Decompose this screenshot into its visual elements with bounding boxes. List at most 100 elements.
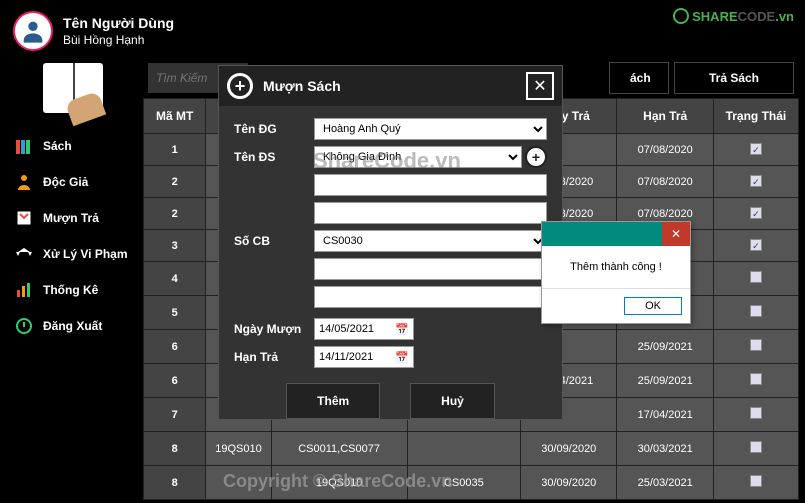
- status-cell: [713, 330, 798, 364]
- socb-label: Số CB: [234, 234, 314, 248]
- ngaymuon-input[interactable]: 14/05/2021📅: [314, 318, 414, 340]
- table-cell: 17/04/2021: [617, 398, 713, 432]
- checkbox-icon[interactable]: [750, 373, 762, 385]
- alert-header: ✕: [542, 222, 690, 246]
- alert-close-button[interactable]: ✕: [662, 222, 690, 246]
- socb-select[interactable]: CS0030: [314, 230, 547, 252]
- col-mamt: Mã MT: [144, 99, 206, 134]
- table-cell: 25/09/2021: [617, 330, 713, 364]
- justice-icon: [13, 243, 35, 265]
- checkbox-icon[interactable]: ✓: [750, 143, 762, 155]
- table-cell: 07/08/2020: [617, 134, 713, 166]
- sidebar-item-thongke[interactable]: Thống Kê: [8, 272, 138, 308]
- extra-input-4[interactable]: [314, 286, 547, 308]
- status-cell: [713, 262, 798, 296]
- checkbox-icon[interactable]: [750, 475, 762, 487]
- alert-ok-button[interactable]: OK: [624, 297, 682, 315]
- calendar-icon: 📅: [395, 323, 409, 336]
- checkbox-icon[interactable]: [750, 339, 762, 351]
- open-book-icon: [43, 63, 103, 113]
- sidebar: Sách Độc Giả Mượn Trả Xử Lý Vi Phạm Thốn…: [3, 58, 143, 500]
- tendg-select[interactable]: Hoàng Anh Quý: [314, 118, 547, 140]
- sidebar-item-vipham[interactable]: Xử Lý Vi Phạm: [8, 236, 138, 272]
- sidebar-label: Xử Lý Vi Phạm: [43, 247, 128, 261]
- them-button[interactable]: Thêm: [286, 383, 380, 419]
- table-cell: 25/03/2021: [617, 466, 713, 500]
- reader-icon: [13, 171, 35, 193]
- status-cell: ✓: [713, 198, 798, 230]
- status-cell: ✓: [713, 230, 798, 262]
- table-cell: 4: [144, 262, 206, 296]
- tends-select[interactable]: Không Gia Đình: [314, 146, 522, 168]
- table-cell: 25/09/2021: [617, 364, 713, 398]
- checkbox-icon[interactable]: [750, 407, 762, 419]
- checkbox-icon[interactable]: ✓: [750, 239, 762, 251]
- borrow-icon: [13, 207, 35, 229]
- sidebar-item-muontra[interactable]: Mượn Trả: [8, 200, 138, 236]
- checkbox-icon[interactable]: [750, 305, 762, 317]
- col-hantra: Hạn Trả: [617, 99, 713, 134]
- table-cell: 2: [144, 198, 206, 230]
- table-cell: 6: [144, 364, 206, 398]
- checkbox-icon[interactable]: [750, 271, 762, 283]
- table-cell: 07/08/2020: [617, 166, 713, 198]
- huy-button[interactable]: Huỷ: [410, 383, 495, 419]
- status-cell: ✓: [713, 166, 798, 198]
- add-ds-button[interactable]: +: [525, 146, 547, 168]
- table-row[interactable]: 819QS010CS0011,CS0077 30/09/202030/03/202…: [144, 432, 799, 466]
- sidebar-item-sach[interactable]: Sách: [8, 128, 138, 164]
- tends-label: Tên ĐS: [234, 150, 314, 164]
- tab-trasach[interactable]: Trả Sách: [674, 62, 794, 94]
- checkbox-icon[interactable]: [750, 441, 762, 453]
- extra-input-1[interactable]: [314, 174, 547, 196]
- modal-title: Mượn Sách: [263, 78, 341, 94]
- books-icon: [13, 135, 35, 157]
- calendar-icon: 📅: [395, 351, 409, 364]
- status-cell: ✓: [713, 134, 798, 166]
- status-cell: [713, 398, 798, 432]
- modal-close-button[interactable]: ✕: [526, 72, 554, 100]
- table-cell: CS0011,CS0077: [271, 432, 407, 466]
- table-cell: 30/03/2021: [617, 432, 713, 466]
- extra-input-2[interactable]: [314, 202, 547, 224]
- logout-icon: [13, 315, 35, 337]
- sidebar-item-dangxuat[interactable]: Đăng Xuất: [8, 308, 138, 344]
- sharecode-logo: SHARECODE.vn: [673, 8, 794, 24]
- sidebar-label: Sách: [43, 139, 72, 153]
- table-cell: [206, 466, 271, 500]
- table-cell: 19QS010: [206, 432, 271, 466]
- avatar: [13, 11, 53, 51]
- status-cell: [713, 364, 798, 398]
- sidebar-item-docgia[interactable]: Độc Giả: [8, 164, 138, 200]
- tendg-label: Tên ĐG: [234, 122, 314, 136]
- table-cell: 8: [144, 466, 206, 500]
- table-cell: 30/09/2020: [521, 432, 617, 466]
- table-cell: 19QS010: [271, 466, 407, 500]
- table-cell: 30/09/2020: [521, 466, 617, 500]
- muon-sach-modal: + Mượn Sách ✕ Tên ĐG Hoàng Anh Quý Tên Đ…: [218, 65, 563, 420]
- table-cell: CS0035: [407, 466, 520, 500]
- table-cell: 7: [144, 398, 206, 432]
- sidebar-label: Đăng Xuất: [43, 319, 102, 333]
- tab-partial[interactable]: ách: [609, 62, 669, 94]
- sidebar-label: Mượn Trả: [43, 211, 99, 225]
- app-header: Tên Người Dùng Bùi Hồng Hạnh SHARECODE.v…: [3, 3, 802, 58]
- table-cell: 8: [144, 432, 206, 466]
- user-name: Bùi Hồng Hạnh: [63, 33, 174, 47]
- extra-input-3[interactable]: [314, 258, 547, 280]
- checkbox-icon[interactable]: ✓: [750, 175, 762, 187]
- stats-icon: [13, 279, 35, 301]
- sidebar-label: Thống Kê: [43, 283, 98, 297]
- table-cell: 6: [144, 330, 206, 364]
- success-alert: ✕ Thêm thành công ! OK: [541, 221, 691, 324]
- col-trangthai: Trạng Thái: [713, 99, 798, 134]
- status-cell: [713, 296, 798, 330]
- recycle-icon: [673, 8, 689, 24]
- alert-message: Thêm thành công !: [542, 246, 690, 288]
- ngaymuon-label: Ngày Mượn: [234, 322, 314, 336]
- hantra-input[interactable]: 14/11/2021📅: [314, 346, 414, 368]
- table-row[interactable]: 8 19QS010CS003530/09/202025/03/2021: [144, 466, 799, 500]
- status-cell: [713, 466, 798, 500]
- status-cell: [713, 432, 798, 466]
- checkbox-icon[interactable]: ✓: [750, 207, 762, 219]
